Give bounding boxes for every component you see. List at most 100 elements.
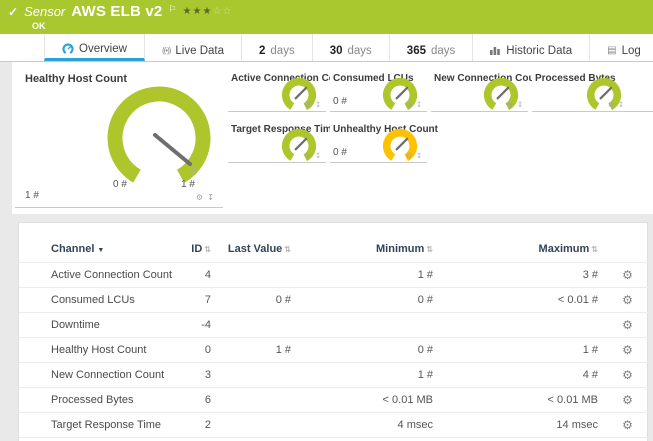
channel-maximum: < 0.01 MB <box>441 387 606 413</box>
tile-action-icons[interactable]: ⚙ ↧ <box>305 152 322 160</box>
tile-action-icons[interactable]: ⚙ ↧ <box>507 101 524 109</box>
table-header-row: Channel ▼ ID ⇅ Last Value ⇅ Minimum ⇅ Maximu… <box>19 235 649 263</box>
channel-id: 0 <box>169 337 219 363</box>
tab-overview[interactable]: Overview <box>44 34 145 61</box>
channel-settings-icon[interactable]: ⚙ <box>622 393 633 407</box>
channel-maximum: 1 # <box>441 337 606 363</box>
channel-settings-icon[interactable]: ⚙ <box>622 418 633 432</box>
tile-processed-bytes[interactable]: Processed Bytes ⚙ ↧ <box>532 68 653 113</box>
tab-365-days[interactable]: 365 days <box>390 34 474 61</box>
table-row[interactable]: Healthy Host Count 0 1 # 0 # 1 # ⚙ <box>19 337 649 363</box>
log-icon: ▤ <box>607 44 617 56</box>
channel-settings-icon[interactable]: ⚙ <box>622 268 633 282</box>
channel-minimum: 0 # <box>299 337 441 363</box>
tab-2-days-label: days <box>270 44 295 57</box>
channel-id: 4 <box>169 262 219 288</box>
channel-minimum: 4 msec <box>299 412 441 438</box>
tile-healthy-host-count[interactable]: Healthy Host Count 0 # 1 # % 1 # ⚙ ↧ <box>15 68 223 208</box>
sort-icon: ⇅ <box>204 245 211 254</box>
tile-action-icons[interactable]: ⚙ ↧ <box>196 193 215 202</box>
channel-name[interactable]: Unhealthy Host Count <box>19 437 169 441</box>
table-row[interactable]: Unhealthy Host Count 1 0 # 0 # 1 # ⚙ <box>19 437 649 441</box>
channel-name[interactable]: Target Response Time <box>19 412 169 438</box>
prtg-sensor-page: ✓ Sensor AWS ELB v2 ⚐ ★★★☆☆ OK Overview … <box>0 0 653 441</box>
status-check-icon: ✓ <box>8 5 19 19</box>
stars-empty[interactable]: ☆☆ <box>212 6 232 17</box>
tab-bar-wrap: Overview ((•)) Live Data 2 days 30 days … <box>0 34 653 62</box>
channel-name[interactable]: New Connection Count <box>19 362 169 388</box>
channel-name[interactable]: Consumed LCUs <box>19 287 169 313</box>
gauge-needle <box>153 133 192 166</box>
channel-settings-icon[interactable]: ⚙ <box>622 343 633 357</box>
channel-minimum: 1 # <box>299 362 441 388</box>
tab-historic-data[interactable]: Historic Data <box>473 34 591 61</box>
tile-last-value: 1 # <box>25 190 39 201</box>
channel-minimum: 0 # <box>299 287 441 313</box>
channel-maximum <box>441 312 606 338</box>
channel-maximum: < 0.01 # <box>441 287 606 313</box>
tile-action-icons[interactable]: ⚙ ↧ <box>305 101 322 109</box>
header-id[interactable]: ID ⇅ <box>169 235 219 263</box>
header-last-value[interactable]: Last Value ⇅ <box>219 235 299 263</box>
table-row[interactable]: Active Connection Count 4 1 # 3 # ⚙ <box>19 262 649 288</box>
priority-stars[interactable]: ★★★☆☆ <box>183 6 233 17</box>
stars-filled[interactable]: ★★★ <box>183 6 213 17</box>
tab-2-days[interactable]: 2 days <box>242 34 313 61</box>
tile-new-connection-count[interactable]: New Connection Count ⚙ ↧ <box>431 68 544 113</box>
status-badge: OK <box>32 21 46 31</box>
channels-table: Channel ▼ ID ⇅ Last Value ⇅ Minimum ⇅ Maximu… <box>19 235 649 441</box>
tile-action-icons[interactable]: ⚙ ↧ <box>608 101 625 109</box>
tile-action-icons[interactable]: ⚙ ↧ <box>406 101 423 109</box>
header-maximum[interactable]: Maximum ⇅ <box>441 235 606 263</box>
tile-consumed-lcus[interactable]: Consumed LCUs 0 # ⚙ ↧ <box>330 68 427 113</box>
channel-id: 7 <box>169 287 219 313</box>
channel-settings-icon[interactable]: ⚙ <box>622 293 633 307</box>
gauge-scale-min: 0 # <box>113 179 127 190</box>
channel-name[interactable]: Active Connection Count <box>19 262 172 288</box>
channel-name[interactable]: Processed Bytes <box>19 387 169 413</box>
sort-icon: ⇅ <box>591 245 598 254</box>
table-row[interactable]: Downtime -4 ⚙ <box>19 312 649 338</box>
channel-name[interactable]: Downtime <box>19 312 169 338</box>
channel-minimum: 0 # <box>299 437 441 441</box>
channel-id: 1 <box>169 437 219 441</box>
gauges-panel: Healthy Host Count 0 # 1 # % 1 # ⚙ ↧ Act… <box>12 62 653 214</box>
pin-icon[interactable]: ↧ <box>207 193 215 202</box>
tile-active-connection-count[interactable]: Active Connection Count ⚙ ↧ <box>228 68 350 113</box>
channel-name[interactable]: Healthy Host Count <box>19 337 169 363</box>
tile-target-response-time[interactable]: Target Response Time ⚙ ↧ <box>228 119 337 164</box>
tab-30-days[interactable]: 30 days <box>313 34 390 61</box>
gauge-unit-marker: % <box>190 168 197 175</box>
tab-30-days-num: 30 <box>329 44 343 57</box>
tab-overview-label: Overview <box>79 43 127 55</box>
tab-log[interactable]: ▤ Log <box>590 34 653 61</box>
channel-last-value <box>219 412 299 438</box>
sort-icon: ⇅ <box>426 245 433 254</box>
tab-live-data[interactable]: ((•)) Live Data <box>145 34 242 61</box>
historic-data-chart-icon <box>490 47 501 55</box>
tile-last-value: 0 # <box>333 147 347 158</box>
tile-unhealthy-host-count[interactable]: Unhealthy Host Count 0 # ⚙ ↧ <box>330 119 438 164</box>
table-row[interactable]: New Connection Count 3 1 # 4 # ⚙ <box>19 362 649 388</box>
sort-icon: ⇅ <box>284 245 291 254</box>
overview-gauge-icon <box>62 43 74 55</box>
channel-last-value: 1 # <box>219 337 299 363</box>
table-row[interactable]: Target Response Time 2 4 msec 14 msec ⚙ <box>19 412 649 438</box>
channel-maximum: 4 # <box>441 362 606 388</box>
tab-live-data-label: Live Data <box>175 44 224 57</box>
channel-last-value: 0 # <box>219 437 299 441</box>
gear-icon[interactable]: ⚙ <box>196 193 204 202</box>
priority-flag-icon[interactable]: ⚐ <box>168 4 176 15</box>
channel-settings-icon[interactable]: ⚙ <box>622 368 633 382</box>
tab-30-days-label: days <box>347 44 372 57</box>
tab-365-days-num: 365 <box>406 44 426 57</box>
channel-minimum <box>299 312 441 338</box>
table-row[interactable]: Processed Bytes 6 < 0.01 MB < 0.01 MB ⚙ <box>19 387 649 413</box>
header-channel[interactable]: Channel ▼ <box>19 235 169 263</box>
tile-action-icons[interactable]: ⚙ ↧ <box>406 152 423 160</box>
table-row[interactable]: Consumed LCUs 7 0 # 0 # < 0.01 # ⚙ <box>19 287 649 313</box>
tile-last-value: 0 # <box>333 96 347 107</box>
channel-maximum: 3 # <box>441 262 606 288</box>
channel-settings-icon[interactable]: ⚙ <box>622 318 633 332</box>
header-minimum[interactable]: Minimum ⇅ <box>299 235 441 263</box>
